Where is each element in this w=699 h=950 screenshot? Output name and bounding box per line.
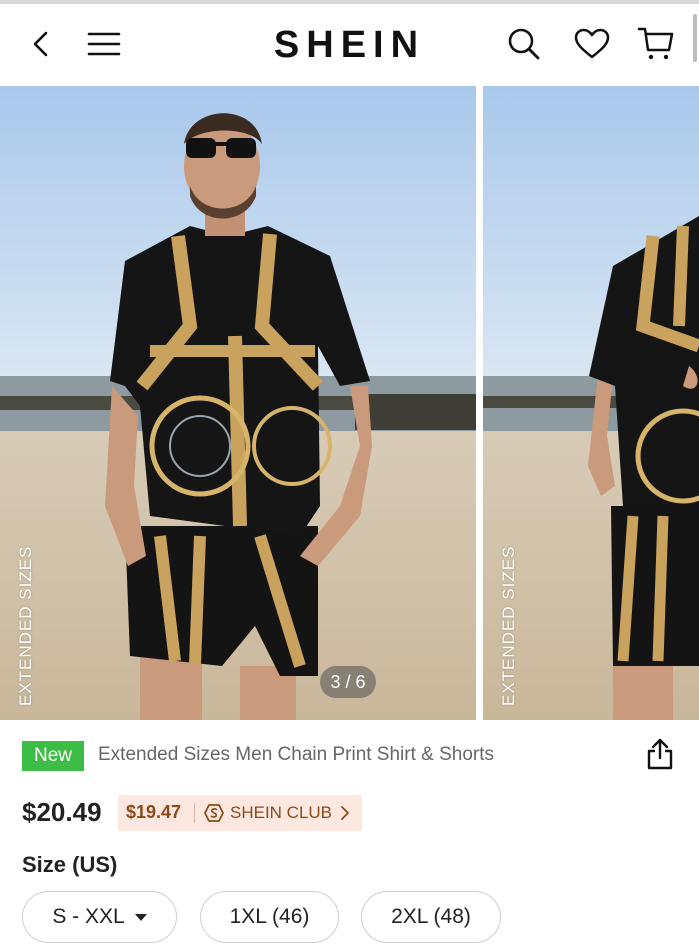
size-range-label: S - XXL <box>52 905 125 928</box>
app-header: SHEIN <box>0 4 699 84</box>
cart-icon[interactable] <box>634 22 678 66</box>
product-price: $20.49 <box>22 797 102 827</box>
product-title-row: New Extended Sizes Men Chain Print Shirt… <box>22 738 682 771</box>
product-image-main[interactable]: EXTENDED SIZES 3 / 6 <box>0 86 476 720</box>
product-image-next[interactable]: EXTENDED SIZES <box>483 86 699 720</box>
size-option-label: 1XL (46) <box>229 905 310 928</box>
search-icon[interactable] <box>502 22 546 66</box>
size-heading: Size (US) <box>22 852 118 877</box>
size-option-2xl[interactable]: 2XL (48) <box>361 891 501 943</box>
image-counter: 3 / 6 <box>320 666 376 698</box>
club-price: $19.47 <box>126 802 182 822</box>
product-title: Extended Sizes Men Chain Print Shirt & S… <box>98 744 495 765</box>
shein-club-icon <box>204 803 224 823</box>
size-range-select[interactable]: S - XXL <box>22 891 177 943</box>
shein-club-label: SHEIN CLUB <box>230 803 333 822</box>
product-image-gallery[interactable]: EXTENDED SIZES 3 / 6 EXTENDED SIZES <box>0 86 699 720</box>
size-option-label: 2XL (48) <box>391 905 471 928</box>
club-divider <box>194 803 195 823</box>
size-option-1xl[interactable]: 1XL (46) <box>200 891 339 943</box>
extended-sizes-label-next: EXTENDED SIZES <box>499 545 518 706</box>
chevron-right-icon <box>340 805 350 821</box>
model-photo <box>0 86 476 720</box>
caret-down-icon <box>134 913 147 921</box>
share-icon[interactable] <box>646 737 674 771</box>
new-badge: New <box>22 741 85 771</box>
scrollbar[interactable] <box>693 14 697 62</box>
shein-club-price-button[interactable]: $19.47 SHEIN CLUB <box>118 795 362 831</box>
extended-sizes-label: EXTENDED SIZES <box>16 545 35 706</box>
heart-icon[interactable] <box>570 22 614 66</box>
